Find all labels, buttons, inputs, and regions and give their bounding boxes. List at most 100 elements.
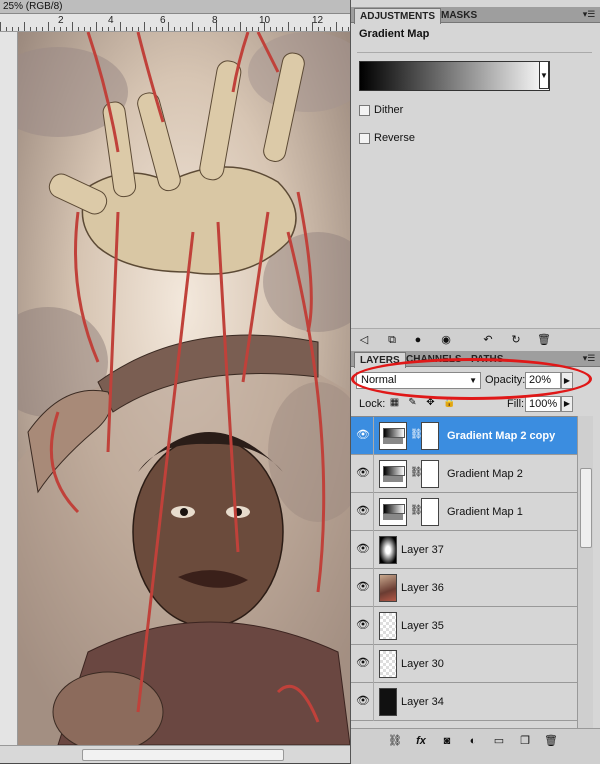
layer-row[interactable]: 👁 ⛓ Gradient Map 2: [351, 455, 577, 493]
layer-name[interactable]: Gradient Map 2 copy: [447, 430, 555, 442]
ruler-tick: [30, 27, 31, 31]
ruler-tick: [246, 27, 247, 31]
new-layer-icon[interactable]: ❐: [517, 734, 533, 748]
ruler-tick: [282, 27, 283, 31]
layer-name[interactable]: Layer 30: [401, 658, 444, 670]
layer-name[interactable]: Layer 36: [401, 582, 444, 594]
panel-dock: ADJUSTMENTS MASKS ▾☰ Gradient Map ▼ Dith…: [350, 0, 600, 764]
ruler-tick: [240, 22, 241, 31]
dither-option[interactable]: Dither: [359, 103, 403, 117]
layers-scrollbar[interactable]: [577, 416, 593, 728]
eye-icon[interactable]: 👁: [356, 467, 370, 479]
ruler-tick: [96, 22, 97, 31]
tab-adjustments[interactable]: ADJUSTMENTS: [354, 8, 442, 24]
ruler-number: 2: [58, 15, 64, 26]
ruler-tick: [228, 27, 229, 31]
panel-menu-icon[interactable]: ▾☰: [581, 9, 597, 20]
ruler-tick: [18, 27, 19, 31]
ruler-tick: [78, 27, 79, 31]
artwork-canvas[interactable]: [18, 32, 350, 745]
divider: [373, 645, 374, 683]
document-tab[interactable]: 25% (RGB/8): [0, 0, 350, 14]
reset-icon[interactable]: ↻: [509, 333, 523, 347]
layer-list[interactable]: 👁 ⛓ Gradient Map 2 copy 👁 ⛓ Gradient Map…: [351, 416, 577, 729]
back-arrow-icon[interactable]: ◁: [357, 333, 371, 347]
lock-move-icon[interactable]: ✥: [425, 397, 436, 408]
gradient-preview[interactable]: [359, 61, 550, 91]
lock-transparency-icon[interactable]: ▦: [389, 397, 400, 408]
panel-menu-icon[interactable]: ▾☰: [581, 353, 597, 364]
link-icon[interactable]: ⛓: [387, 734, 403, 748]
ruler-tick: [84, 27, 85, 31]
ruler-tick: [300, 27, 301, 31]
scrollbar-thumb[interactable]: [580, 468, 592, 548]
eye-icon[interactable]: 👁: [356, 581, 370, 593]
ruler-tick: [216, 22, 217, 31]
horizontal-scrollbar[interactable]: [0, 745, 350, 763]
layer-name[interactable]: Gradient Map 2: [447, 468, 523, 480]
blend-mode-select[interactable]: Normal ▼: [356, 372, 481, 389]
ruler-number: 6: [160, 15, 166, 26]
mask-thumbnail[interactable]: [421, 422, 439, 450]
mask-thumbnail[interactable]: [421, 498, 439, 526]
layer-row[interactable]: 👁 Layer 35: [351, 607, 577, 645]
layer-name[interactable]: Layer 37: [401, 544, 444, 556]
ruler-tick: [138, 27, 139, 31]
ruler-tick: [342, 27, 343, 31]
tab-masks[interactable]: MASKS: [436, 8, 482, 23]
layer-name[interactable]: Gradient Map 1: [447, 506, 523, 518]
panel-switch-icon[interactable]: ⧉: [385, 333, 399, 347]
ruler-tick: [24, 22, 25, 31]
dither-checkbox[interactable]: [359, 104, 370, 116]
eye-icon[interactable]: 👁: [356, 657, 370, 669]
layer-row[interactable]: 👁 Layer 30: [351, 645, 577, 683]
fill-input[interactable]: 100%: [525, 396, 561, 412]
layer-name[interactable]: Layer 35: [401, 620, 444, 632]
lock-label: Lock:: [359, 398, 386, 410]
ruler-tick: [192, 22, 193, 31]
previous-state-icon[interactable]: ↶: [481, 333, 495, 347]
lock-all-icon[interactable]: 🔒: [443, 397, 455, 408]
mask-thumbnail[interactable]: [421, 460, 439, 488]
reverse-label: Reverse: [374, 132, 415, 144]
group-icon[interactable]: ▭: [491, 734, 507, 748]
ruler-tick: [348, 27, 349, 31]
layer-row[interactable]: 👁 Layer 34: [351, 683, 577, 721]
opacity-input[interactable]: 20%: [525, 372, 561, 389]
opacity-label: Opacity:: [485, 374, 526, 386]
trash-icon[interactable]: 🗑: [537, 333, 551, 347]
trash-icon[interactable]: 🗑: [543, 734, 559, 748]
ruler-tick: [132, 27, 133, 31]
eye-icon[interactable]: 👁: [356, 695, 370, 707]
scrollbar-thumb[interactable]: [82, 749, 284, 761]
fx-icon[interactable]: fx: [413, 734, 429, 748]
tab-paths[interactable]: PATHS: [466, 352, 508, 367]
eye-icon[interactable]: 👁: [356, 619, 370, 631]
layer-row[interactable]: 👁 Layer 37: [351, 531, 577, 569]
layer-name[interactable]: Layer 34: [401, 696, 444, 708]
chevron-right-icon[interactable]: ▶: [561, 396, 573, 412]
ruler-tick: [288, 22, 289, 31]
adjustment-thumbnail: [379, 498, 407, 526]
layer-row[interactable]: 👁 ⛓ Gradient Map 1: [351, 493, 577, 531]
chevron-right-icon[interactable]: ▶: [561, 372, 573, 389]
ruler-tick: [318, 27, 319, 31]
clip-icon[interactable]: ●: [411, 333, 425, 347]
layer-thumbnail: [379, 574, 397, 602]
eye-icon[interactable]: ◉: [439, 333, 453, 347]
divider: [357, 52, 592, 53]
eye-icon[interactable]: 👁: [356, 505, 370, 517]
eye-icon[interactable]: 👁: [356, 429, 370, 441]
reverse-option[interactable]: Reverse: [359, 131, 415, 145]
eye-icon[interactable]: 👁: [356, 543, 370, 555]
adjustment-icon[interactable]: ◐: [465, 734, 481, 748]
lock-brush-icon[interactable]: ✎: [407, 397, 418, 408]
layer-row[interactable]: 👁 Layer 36: [351, 569, 577, 607]
mask-icon[interactable]: ◙: [439, 734, 455, 748]
reverse-checkbox[interactable]: [359, 132, 370, 144]
ruler-tick: [126, 27, 127, 31]
chevron-down-icon[interactable]: ▼: [539, 61, 549, 89]
layer-thumbnail: [379, 612, 397, 640]
layer-row[interactable]: 👁 ⛓ Gradient Map 2 copy: [351, 417, 577, 455]
tab-channels[interactable]: CHANNELS: [401, 352, 467, 367]
